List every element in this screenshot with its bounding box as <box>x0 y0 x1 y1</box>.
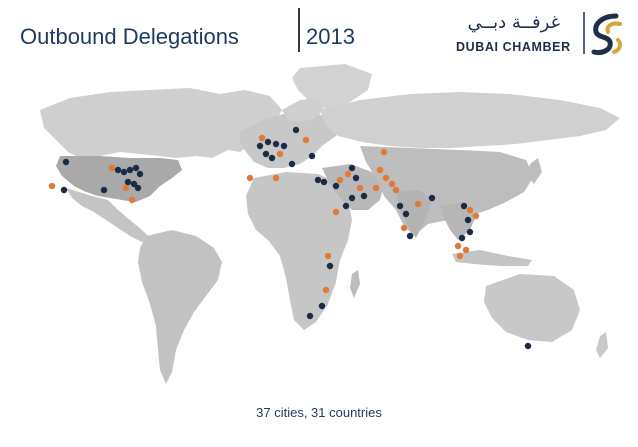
delegation-marker-orange <box>456 252 464 260</box>
delegation-marker-orange <box>48 182 56 190</box>
delegation-marker-navy <box>272 140 280 148</box>
delegation-marker-orange <box>466 206 474 214</box>
delegation-marker-orange <box>332 208 340 216</box>
delegation-marker-orange <box>122 184 130 192</box>
map-caption: 37 cities, 31 countries <box>256 405 382 420</box>
delegation-marker-navy <box>332 182 340 190</box>
delegation-marker-navy <box>132 164 140 172</box>
delegation-marker-orange <box>344 170 352 178</box>
delegation-marker-navy <box>342 202 350 210</box>
delegation-marker-navy <box>466 228 474 236</box>
delegation-marker-orange <box>302 136 310 144</box>
delegation-marker-orange <box>414 200 422 208</box>
delegation-marker-navy <box>280 142 288 150</box>
delegation-marker-navy <box>320 178 328 186</box>
delegation-marker-orange <box>454 242 462 250</box>
delegation-marker-navy <box>406 232 414 240</box>
logo-mark-icon <box>583 12 623 55</box>
delegation-marker-orange <box>392 186 400 194</box>
delegation-marker-navy <box>100 186 108 194</box>
delegation-marker-navy <box>126 166 134 174</box>
delegation-marker-navy <box>292 126 300 134</box>
delegation-marker-orange <box>128 196 136 204</box>
delegation-markers <box>48 126 532 350</box>
year-label: 2013 <box>306 24 355 49</box>
delegation-marker-navy <box>352 174 360 182</box>
delegation-marker-orange <box>272 174 280 182</box>
delegation-marker-navy <box>318 302 326 310</box>
delegation-marker-orange <box>376 166 384 174</box>
delegation-marker-navy <box>360 192 368 200</box>
delegation-marker-navy <box>60 186 68 194</box>
delegation-marker-orange <box>380 148 388 156</box>
delegation-marker-navy <box>288 160 296 168</box>
delegation-marker-orange <box>246 174 254 182</box>
title-divider <box>298 8 300 52</box>
delegation-marker-orange <box>356 184 364 192</box>
header: Outbound Delegations 2013 غرفــة دبــي D… <box>0 0 638 60</box>
delegation-marker-navy <box>402 210 410 218</box>
delegation-marker-orange <box>258 134 266 142</box>
delegation-marker-navy <box>326 262 334 270</box>
logo-english-text: DUBAI CHAMBER <box>456 40 571 54</box>
delegation-marker-navy <box>458 234 466 242</box>
page-title: Outbound Delegations <box>20 24 239 49</box>
delegation-marker-navy <box>124 178 132 186</box>
delegation-marker-orange <box>108 164 116 172</box>
delegation-marker-navy <box>114 166 122 174</box>
delegation-marker-orange <box>324 252 332 260</box>
delegation-marker-navy <box>136 170 144 178</box>
delegation-marker-navy <box>268 154 276 162</box>
delegation-marker-navy <box>314 176 322 184</box>
delegation-marker-orange <box>322 286 330 294</box>
delegation-marker-navy <box>396 202 404 210</box>
delegation-marker-navy <box>524 342 532 350</box>
delegation-marker-orange <box>382 174 390 182</box>
delegation-marker-navy <box>348 194 356 202</box>
delegation-marker-navy <box>134 184 142 192</box>
delegation-marker-navy <box>262 150 270 158</box>
delegation-marker-navy <box>464 216 472 224</box>
delegation-marker-navy <box>308 152 316 160</box>
delegation-marker-navy <box>428 194 436 202</box>
delegation-marker-orange <box>276 150 284 158</box>
delegation-marker-navy <box>460 202 468 210</box>
delegation-marker-navy <box>120 168 128 176</box>
delegation-marker-navy <box>306 312 314 320</box>
delegation-marker-orange <box>336 176 344 184</box>
delegation-marker-navy <box>348 164 356 172</box>
delegation-marker-orange <box>372 184 380 192</box>
delegation-marker-navy <box>62 158 70 166</box>
delegation-marker-orange <box>472 212 480 220</box>
delegation-marker-orange <box>400 224 408 232</box>
dubai-chamber-logo: غرفــة دبــي DUBAI CHAMBER <box>454 10 630 58</box>
delegation-marker-navy <box>264 138 272 146</box>
delegation-marker-orange <box>462 246 470 254</box>
delegation-marker-orange <box>388 180 396 188</box>
logo-arabic-text: غرفــة دبــي <box>467 12 560 33</box>
delegation-marker-navy <box>256 142 264 150</box>
